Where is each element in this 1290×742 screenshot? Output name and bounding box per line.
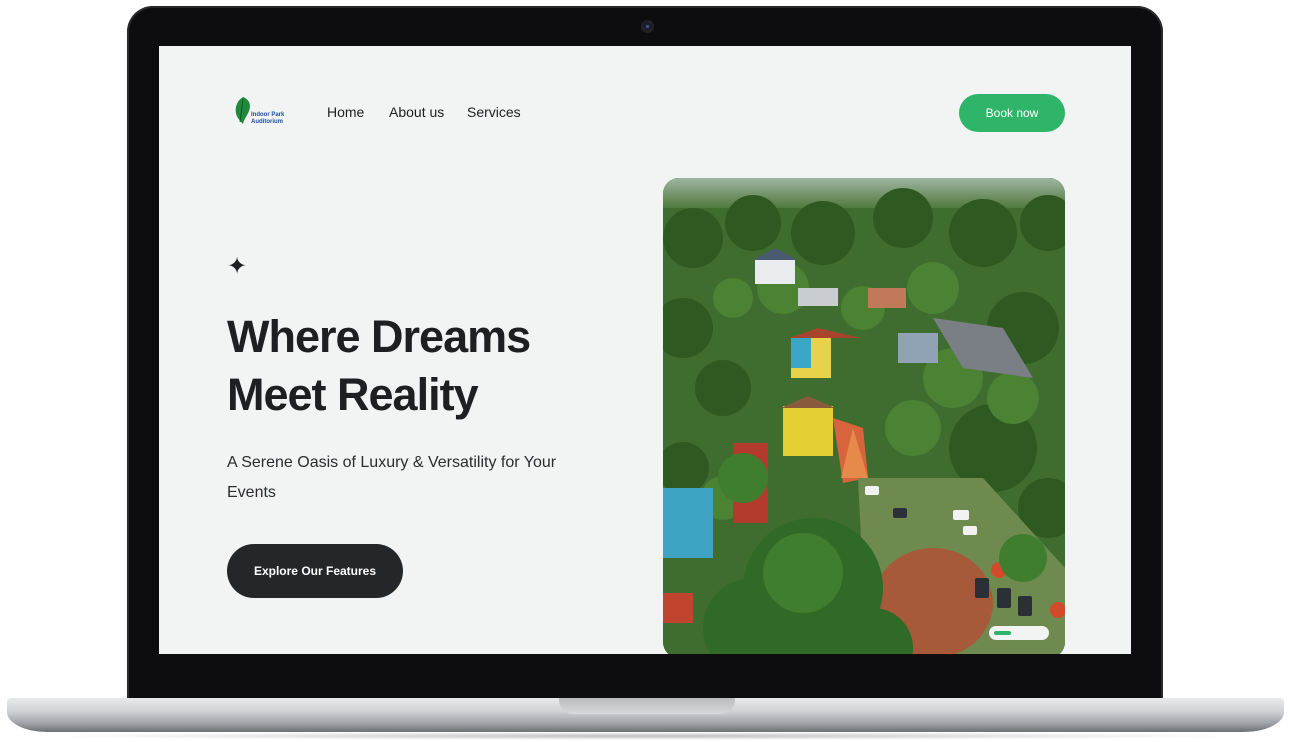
hero-title-line-1: Where Dreams	[227, 311, 531, 362]
laptop-notch	[559, 698, 735, 714]
hero-aerial-photo	[663, 178, 1065, 654]
leaf-icon	[235, 97, 250, 124]
logo-text: Indoor Park Auditorium	[251, 112, 285, 125]
carousel-progress-fill	[994, 631, 1011, 635]
site-logo[interactable]: Indoor Park Auditorium	[234, 96, 296, 132]
sparkle-icon: ✦	[227, 253, 248, 280]
explore-features-button[interactable]: Explore Our Features	[227, 544, 403, 598]
nav-services[interactable]: Services	[467, 104, 521, 120]
hero-title-line-2: Meet Reality	[227, 369, 479, 420]
book-now-button[interactable]: Book now	[959, 94, 1065, 132]
laptop-shadow	[40, 732, 1250, 740]
hero-title: Where Dreams Meet Reality	[227, 308, 607, 424]
website-screen: Indoor Park Auditorium Home About us Ser…	[159, 46, 1131, 654]
webcam-icon	[643, 22, 652, 31]
aerial-photo-illustration	[663, 178, 1065, 654]
nav-home[interactable]: Home	[327, 104, 364, 120]
nav-about-us[interactable]: About us	[389, 104, 444, 120]
carousel-progress[interactable]	[989, 626, 1049, 640]
hero-subtitle: A Serene Oasis of Luxury & Versatility f…	[227, 454, 557, 501]
